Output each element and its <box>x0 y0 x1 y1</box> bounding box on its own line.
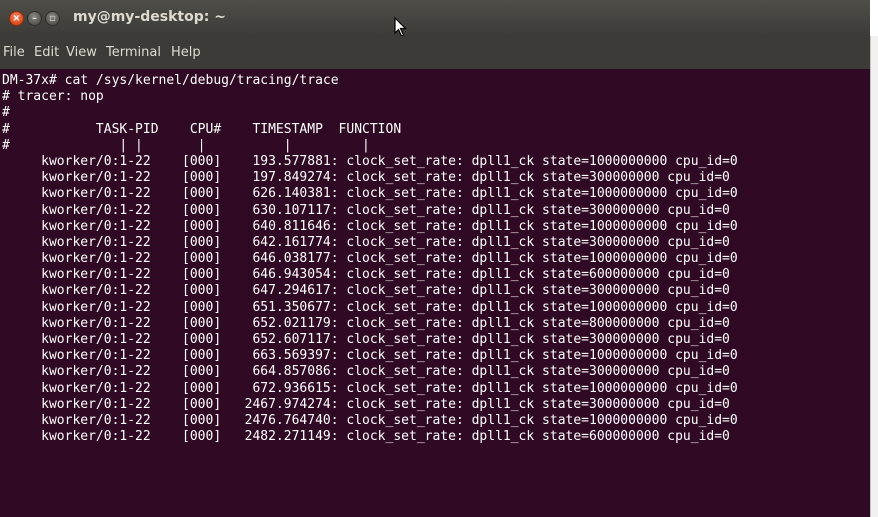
menu-bar: File Edit View Terminal Help <box>0 36 870 69</box>
menu-terminal[interactable]: Terminal <box>106 45 161 60</box>
output-line: kworker/0:1-22 [000] 2467.974274: clock_… <box>2 396 730 412</box>
output-line: kworker/0:1-22 [000] 626.140381: clock_s… <box>2 186 738 202</box>
menu-edit[interactable]: Edit <box>34 45 59 60</box>
output-line: kworker/0:1-22 [000] 640.811646: clock_s… <box>2 218 738 234</box>
output-line: kworker/0:1-22 [000] 646.038177: clock_s… <box>2 251 738 267</box>
terminal-output[interactable]: DM-37x# cat /sys/kernel/debug/tracing/tr… <box>0 69 870 517</box>
menu-file[interactable]: File <box>3 45 25 60</box>
command-line: DM-37x# cat /sys/kernel/debug/tracing/tr… <box>2 73 339 88</box>
output-line: kworker/0:1-22 [000] 663.569397: clock_s… <box>2 348 738 364</box>
output-line: kworker/0:1-22 [000] 672.936615: clock_s… <box>2 380 738 396</box>
output-line: kworker/0:1-22 [000] 197.849274: clock_s… <box>2 170 730 186</box>
maximize-icon[interactable]: ▫ <box>45 11 60 26</box>
output-line: kworker/0:1-22 [000] 630.107117: clock_s… <box>2 202 730 218</box>
output-line: kworker/0:1-22 [000] 652.607117: clock_s… <box>2 332 730 347</box>
terminal-window: × – ▫ my@my-desktop: ~ File Edit View Te… <box>0 0 870 517</box>
output-line: kworker/0:1-22 [000] 652.021179: clock_s… <box>2 315 730 331</box>
output-line: kworker/0:1-22 [000] 642.161774: clock_s… <box>2 234 730 250</box>
menu-view[interactable]: View <box>66 45 97 60</box>
output-line: kworker/0:1-22 [000] 2482.271149: clock_… <box>2 429 730 445</box>
window-title: my@my-desktop: ~ <box>73 9 226 25</box>
close-icon[interactable]: × <box>9 11 24 26</box>
output-line: # | | | | | <box>2 137 370 153</box>
menu-help[interactable]: Help <box>171 45 201 60</box>
output-line: kworker/0:1-22 [000] 664.857086: clock_s… <box>2 364 730 380</box>
output-line: # TASK-PID CPU# TIMESTAMP FUNCTION <box>2 121 402 137</box>
output-line: kworker/0:1-22 [000] 646.943054: clock_s… <box>2 267 730 283</box>
output-line: # <box>2 105 10 121</box>
output-line: kworker/0:1-22 [000] 2476.764740: clock_… <box>2 412 738 428</box>
output-line: kworker/0:1-22 [000] 651.350677: clock_s… <box>2 299 738 315</box>
output-line: kworker/0:1-22 [000] 647.294617: clock_s… <box>2 283 730 299</box>
title-bar[interactable]: × – ▫ my@my-desktop: ~ <box>0 0 870 37</box>
output-line: kworker/0:1-22 [000] 193.577881: clock_s… <box>2 153 738 169</box>
minimize-icon[interactable]: – <box>27 11 42 26</box>
mouse-pointer-icon <box>394 17 407 37</box>
scrollbar[interactable] <box>870 36 878 517</box>
output-line: # tracer: nop <box>2 89 104 105</box>
